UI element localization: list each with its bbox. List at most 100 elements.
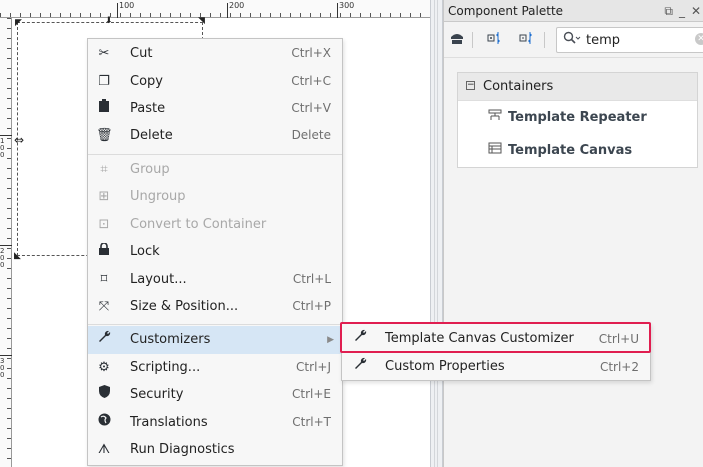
- ruler-major-tick: [117, 3, 118, 18]
- menu-item-scripting[interactable]: ⚙ Scripting... Ctrl+J: [88, 354, 342, 381]
- menu-item-run-diagnostics[interactable]: ᗑ Run Diagnostics: [88, 436, 342, 463]
- group-header-containers[interactable]: − Containers: [458, 73, 697, 101]
- menu-label: Paste: [130, 101, 166, 116]
- menu-item-customizers[interactable]: Customizers ▶: [88, 326, 342, 354]
- palette-results-list: − Containers Template Repeater Template C…: [457, 72, 698, 168]
- diagnostics-icon: ᗑ: [97, 442, 111, 457]
- resize-handle-top-right[interactable]: ◥: [198, 17, 207, 26]
- menu-label: Layout...: [130, 272, 187, 287]
- menu-shortcut: Ctrl+L: [292, 272, 331, 286]
- vertical-ruler: 100 200 300: [0, 18, 12, 467]
- palette-mode-icon[interactable]: [448, 31, 466, 49]
- expand-all-icon[interactable]: [486, 31, 504, 49]
- menu-separator: [88, 154, 342, 155]
- palette-toolbar: ✕: [444, 22, 703, 58]
- menu-shortcut: Ctrl+P: [292, 299, 331, 313]
- search-icon[interactable]: [563, 31, 581, 49]
- ruler-label: 200: [0, 247, 5, 269]
- scissors-icon: ✂: [98, 46, 110, 61]
- template-canvas-icon: [488, 134, 504, 167]
- clear-search-icon[interactable]: ✕: [695, 33, 703, 45]
- ruler-major-tick: [0, 245, 12, 246]
- palette-item-template-repeater[interactable]: Template Repeater: [458, 101, 697, 134]
- ungroup-icon: ⊞: [98, 189, 110, 204]
- menu-shortcut: Ctrl+C: [291, 74, 331, 88]
- template-repeater-icon: [488, 101, 504, 134]
- resize-handle-top-left[interactable]: ◤: [15, 19, 24, 28]
- collapse-all-icon[interactable]: [518, 31, 536, 49]
- palette-search-field[interactable]: ✕: [556, 27, 703, 53]
- menu-label: Copy: [130, 74, 163, 89]
- minimize-icon[interactable]: _: [679, 4, 685, 18]
- component-label: Template Canvas: [508, 143, 633, 158]
- layout-icon: ⌑: [100, 272, 108, 287]
- component-palette-panel: Component Palette ⧉ _ ✕ ✕ −Containers: [443, 0, 703, 467]
- wrench-icon: [352, 353, 368, 381]
- menu-item-delete[interactable]: 🗑 Delete Delete: [88, 122, 342, 149]
- ruler-major-tick: [337, 3, 338, 18]
- component-label: Template Repeater: [508, 110, 647, 125]
- horizontal-ruler: 100 200 300: [0, 0, 432, 18]
- ruler-major-tick: [227, 3, 228, 18]
- group-icon: ⌗: [100, 162, 108, 177]
- panel-header: Component Palette ⧉ _ ✕: [444, 0, 703, 22]
- annotation-highlight-box: [340, 322, 651, 353]
- menu-shortcut: Ctrl+2: [599, 360, 639, 374]
- panel-title: Component Palette: [448, 4, 564, 18]
- menu-item-copy[interactable]: ❐ Copy Ctrl+C: [88, 68, 342, 95]
- menu-label: Lock: [130, 244, 160, 259]
- group-label: Containers: [483, 79, 554, 94]
- menu-item-size-position[interactable]: ⤧ Size & Position... Ctrl+P: [88, 293, 342, 320]
- wrench-icon: [96, 326, 112, 354]
- menu-shortcut: Ctrl+E: [292, 387, 331, 401]
- menu-label: Translations: [130, 415, 208, 430]
- ruler-label: 300: [339, 1, 355, 10]
- ruler-major-tick: [0, 355, 12, 356]
- menu-item-cut[interactable]: ✂ Cut Ctrl+X: [88, 40, 342, 67]
- scripting-icon: ⚙: [98, 360, 110, 375]
- float-panel-icon[interactable]: ⧉: [664, 4, 673, 18]
- collapse-toggle-icon[interactable]: −: [466, 81, 475, 90]
- menu-item-translations[interactable]: Translations Ctrl+T: [88, 409, 342, 436]
- shield-icon: [96, 381, 112, 408]
- menu-label: Ungroup: [130, 189, 186, 204]
- menu-shortcut: Ctrl+V: [291, 101, 331, 115]
- convert-container-icon: ⊡: [98, 217, 110, 232]
- paste-icon: [96, 95, 112, 122]
- menu-item-lock[interactable]: Lock: [88, 238, 342, 265]
- ruler-major-tick: [0, 135, 12, 136]
- menu-label: Size & Position...: [130, 299, 239, 314]
- menu-label: Scripting...: [130, 360, 201, 375]
- menu-label: Cut: [130, 46, 153, 61]
- resize-handle-top[interactable]: ⬇: [105, 17, 114, 26]
- menu-item-paste[interactable]: Paste Ctrl+V: [88, 95, 342, 122]
- globe-icon: [96, 409, 112, 436]
- menu-item-security[interactable]: Security Ctrl+E: [88, 381, 342, 408]
- copy-icon: ❐: [98, 74, 110, 89]
- resize-handle-left[interactable]: ⇔: [14, 134, 24, 146]
- menu-shortcut: Ctrl+T: [292, 415, 331, 429]
- close-icon[interactable]: ✕: [691, 4, 701, 18]
- palette-item-template-canvas[interactable]: Template Canvas: [458, 134, 697, 167]
- menu-label: Customizers: [130, 332, 211, 347]
- ruler-label: 300: [0, 357, 5, 379]
- panel-splitter[interactable]: [430, 0, 443, 467]
- ruler-label: 100: [119, 1, 135, 10]
- menu-item-layout[interactable]: ⌑ Layout... Ctrl+L: [88, 266, 342, 293]
- menu-label: Security: [130, 387, 184, 402]
- menu-label: Delete: [130, 128, 173, 143]
- menu-label: Custom Properties: [385, 359, 505, 374]
- search-input[interactable]: [586, 31, 686, 49]
- ruler-label: 200: [229, 1, 245, 10]
- menu-item-custom-properties[interactable]: Custom Properties Ctrl+2: [342, 353, 650, 381]
- menu-item-group: ⌗ Group: [88, 156, 342, 183]
- size-position-icon: ⤧: [98, 299, 110, 314]
- context-menu: ✂ Cut Ctrl+X ❐ Copy Ctrl+C Paste Ctrl+V …: [87, 38, 343, 466]
- menu-label: Convert to Container: [130, 217, 267, 232]
- menu-separator: [88, 324, 342, 325]
- menu-shortcut: Delete: [291, 128, 331, 142]
- trash-icon: 🗑: [96, 128, 113, 143]
- menu-shortcut: Ctrl+X: [291, 46, 331, 60]
- lock-icon: [96, 238, 112, 265]
- resize-handle-bottom-left[interactable]: ◣: [14, 252, 23, 261]
